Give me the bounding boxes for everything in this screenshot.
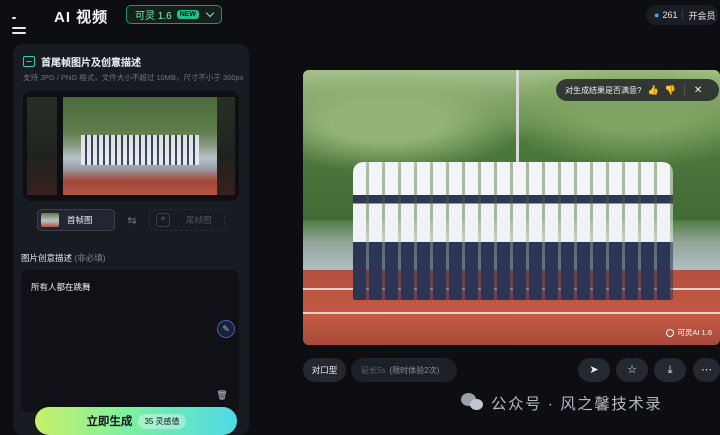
chevron-down-icon bbox=[205, 8, 215, 18]
feedback-question: 对生成结果是否满意? bbox=[565, 85, 642, 95]
trash-icon[interactable]: 🗑 bbox=[215, 390, 229, 404]
video-preview[interactable]: 可灵AI 1.6 bbox=[303, 70, 720, 345]
uploaded-image-thumbnail bbox=[63, 97, 217, 195]
upload-hint: 支持 JPG / PNG 格式，文件大小不超过 10MB，尺寸不小于 300px bbox=[23, 73, 244, 82]
tab-last-frame[interactable]: + 尾帧图 bbox=[149, 209, 225, 231]
lane-line bbox=[303, 312, 720, 314]
generate-label: 立即生成 bbox=[86, 416, 133, 428]
description-text[interactable]: 所有人都在跳舞 bbox=[31, 281, 91, 293]
wechat-text: 公众号 · 风之馨技术录 bbox=[491, 396, 663, 413]
credits-pill[interactable]: ● 261 开会员 bbox=[646, 5, 718, 25]
tab-first-frame[interactable]: 首帧图 bbox=[37, 209, 115, 231]
generate-cost: 35 灵感值 bbox=[138, 413, 186, 429]
extend-button[interactable]: 延长5s (限时体验2次) bbox=[351, 358, 457, 382]
image-upload-area[interactable] bbox=[23, 91, 239, 201]
lip-sync-button[interactable]: 对口型 bbox=[303, 358, 346, 382]
divider bbox=[683, 85, 685, 95]
credit-count: 261 bbox=[662, 10, 678, 20]
extend-label: 延长5s bbox=[361, 365, 386, 375]
section-header: 首尾帧图片及创意描述 bbox=[23, 54, 141, 69]
blurred-backdrop bbox=[27, 97, 57, 195]
feedback-bar: 对生成结果是否满意? 👍 👎 ✕ bbox=[556, 79, 719, 101]
wechat-watermark: 公众号 · 风之馨技术录 bbox=[461, 392, 662, 414]
first-frame-thumbnail bbox=[41, 213, 59, 227]
extend-note: (限时体验2次) bbox=[389, 365, 440, 375]
magic-wand-icon[interactable]: ✎ bbox=[217, 320, 235, 338]
description-textarea[interactable]: 所有人都在跳舞 ✎ 🗑 bbox=[21, 270, 239, 412]
optional-note: (非必填) bbox=[74, 253, 106, 263]
wechat-icon bbox=[461, 393, 485, 413]
description-label: 图片创意描述 (非必填) bbox=[21, 252, 106, 264]
swap-icon[interactable]: ⇆ bbox=[115, 214, 149, 227]
settings-panel: 首尾帧图片及创意描述 支持 JPG / PNG 格式，文件大小不超过 10MB，… bbox=[13, 44, 249, 435]
download-icon[interactable]: ⤓ bbox=[654, 358, 686, 382]
last-frame-label: 尾帧图 bbox=[186, 215, 212, 225]
close-icon[interactable]: ✕ bbox=[694, 85, 702, 96]
generate-button[interactable]: 立即生成 35 灵感值 bbox=[35, 407, 237, 435]
kling-logo-icon bbox=[666, 328, 675, 337]
menu-icon[interactable] bbox=[12, 9, 26, 34]
model-selector[interactable]: 可灵 1.6 NEW bbox=[126, 5, 223, 24]
more-icon[interactable]: ⋯ bbox=[693, 358, 720, 382]
first-frame-label: 首帧图 bbox=[67, 215, 93, 225]
top-bar: AI 视频 可灵 1.6 NEW ● 261 开会员 bbox=[0, 0, 720, 34]
description-label-text: 图片创意描述 bbox=[21, 253, 73, 263]
student-group bbox=[353, 162, 673, 300]
new-badge: NEW bbox=[176, 10, 200, 19]
section-title: 首尾帧图片及创意描述 bbox=[41, 58, 141, 69]
page-title: AI 视频 bbox=[54, 9, 109, 26]
credit-drop-icon: ● bbox=[654, 10, 660, 20]
watermark-text: 可灵AI 1.6 bbox=[677, 328, 712, 337]
model-name: 可灵 1.6 bbox=[135, 11, 172, 22]
image-icon bbox=[23, 56, 35, 67]
thumbs-up-icon[interactable]: 👍 bbox=[647, 85, 658, 96]
plus-icon: + bbox=[156, 213, 170, 227]
vip-button[interactable]: 开会员 bbox=[688, 9, 715, 22]
divider bbox=[682, 10, 684, 20]
star-icon[interactable]: ☆ bbox=[616, 358, 648, 382]
kling-watermark: 可灵AI 1.6 bbox=[666, 327, 712, 338]
frame-tabs: 首帧图 ⇆ + 尾帧图 bbox=[37, 208, 227, 232]
send-icon[interactable]: ➤ bbox=[578, 358, 610, 382]
thumbs-down-icon[interactable]: 👎 bbox=[665, 85, 676, 96]
